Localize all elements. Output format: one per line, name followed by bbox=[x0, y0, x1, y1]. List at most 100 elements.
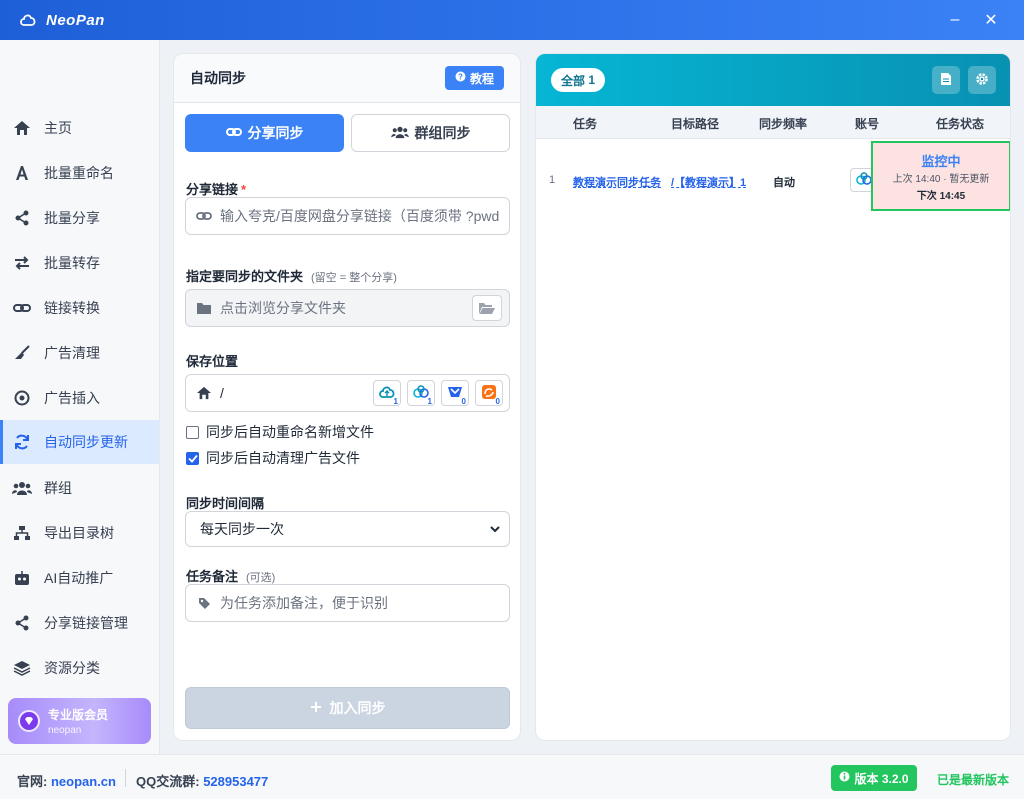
font-icon bbox=[12, 163, 32, 183]
interval-select[interactable]: 每天同步一次 bbox=[185, 511, 510, 547]
share-icon bbox=[12, 208, 32, 228]
sidebar-item-label: 资源分类 bbox=[44, 660, 100, 676]
layers-icon bbox=[12, 658, 32, 678]
sidebar-item-share-link-manage[interactable]: 分享链接管理 bbox=[0, 601, 159, 645]
label-text: 分享链接 bbox=[186, 182, 239, 197]
folder-open-icon[interactable] bbox=[472, 295, 502, 321]
log-file-button[interactable] bbox=[932, 66, 960, 94]
checkbox-checked[interactable] bbox=[186, 451, 199, 465]
interval-label: 同步时间间隔 bbox=[186, 496, 265, 511]
sync-task-list-panel: 全部 1 任务 目标路径 同步频率 账号 任务状态 1 教程演示同步任务 /【教… bbox=[535, 53, 1011, 741]
chevron-down-icon bbox=[489, 522, 501, 538]
row-index: 1 bbox=[549, 174, 556, 186]
sidebar-item-batch-rename[interactable]: 批量重命名 bbox=[0, 151, 159, 195]
row-path-link[interactable]: /【教程演示】1 bbox=[671, 174, 749, 190]
row-freq: 自动 bbox=[773, 177, 795, 189]
option-auto-clean-ads[interactable]: 同步后自动清理广告文件 bbox=[186, 448, 360, 468]
share-link-placeholder: 输入夸克/百度网盘分享链接（百度须带 ?pwd bbox=[220, 208, 500, 224]
status-title: 监控中 bbox=[921, 154, 961, 169]
col-account: 账号 bbox=[855, 117, 880, 131]
cloud-count: 0 bbox=[495, 397, 500, 406]
status-next-run: 下次 14:45 bbox=[916, 191, 966, 202]
folder-placeholder: 点击浏览分享文件夹 bbox=[220, 300, 346, 316]
sidebar-item-label: 导出目录树 bbox=[44, 525, 114, 541]
sidebar-item-batch-share[interactable]: 批量分享 bbox=[0, 196, 159, 240]
tab-label: 分享同步 bbox=[247, 125, 304, 141]
sidebar-item-ad-clean[interactable]: 广告清理 bbox=[0, 331, 159, 375]
sidebar-item-auto-sync[interactable]: 自动同步更新 bbox=[0, 420, 159, 464]
sidebar-item-ad-insert[interactable]: 广告插入 bbox=[0, 376, 159, 420]
sidebar-item-ai-promo[interactable]: AI自动推广 bbox=[0, 556, 159, 600]
save-location-field[interactable]: / 1 1 0 0 bbox=[185, 374, 510, 412]
tab-group-sync[interactable]: 群组同步 bbox=[351, 114, 510, 152]
version-button[interactable]: 版本 3.2.0 bbox=[831, 765, 917, 791]
cloud-count: 0 bbox=[461, 397, 466, 406]
sidebar-item-home[interactable]: 主页 bbox=[0, 106, 159, 150]
sidebar-item-label: 广告清理 bbox=[44, 345, 100, 361]
note-hint: (可选) bbox=[246, 572, 276, 584]
note-input[interactable]: 为任务添加备注，便于识别 bbox=[185, 584, 510, 622]
label-text: 任务备注 bbox=[186, 569, 239, 584]
settings-button[interactable] bbox=[968, 66, 996, 94]
question-icon: ? bbox=[455, 71, 466, 85]
col-status: 任务状态 bbox=[936, 117, 985, 131]
folder-browse-field[interactable]: 点击浏览分享文件夹 bbox=[185, 289, 510, 327]
filter-all-pill[interactable]: 全部 1 bbox=[551, 68, 606, 92]
checkbox-unchecked[interactable] bbox=[186, 425, 199, 439]
row-task-link[interactable]: 教程演示同步任务 bbox=[573, 174, 663, 190]
tutorial-button[interactable]: ? 教程 bbox=[444, 66, 504, 90]
tab-share-sync[interactable]: 分享同步 bbox=[185, 114, 344, 152]
xunlei-cloud-button[interactable]: 0 bbox=[441, 380, 469, 406]
add-sync-label: 加入同步 bbox=[329, 700, 386, 716]
add-sync-button[interactable]: 加入同步 bbox=[185, 687, 510, 729]
baidu-cloud-button[interactable]: 1 bbox=[407, 380, 435, 406]
target-icon bbox=[12, 388, 32, 408]
tab-label: 群组同步 bbox=[414, 125, 471, 141]
sidebar-item-label: 群组 bbox=[44, 480, 72, 496]
svg-text:?: ? bbox=[458, 73, 463, 82]
sidebar-item-resource-category[interactable]: 资源分类 bbox=[0, 646, 159, 690]
version-label: 版本 3.2.0 bbox=[854, 771, 909, 786]
sidebar-item-batch-transfer[interactable]: 批量转存 bbox=[0, 241, 159, 285]
sidebar-item-label: 批量转存 bbox=[44, 255, 100, 271]
qq-group-info: QQ交流群: 528953477 bbox=[136, 771, 268, 790]
uc-cloud-button[interactable]: 0 bbox=[475, 380, 503, 406]
close-button[interactable]: ✕ bbox=[968, 0, 1014, 40]
pro-title: 专业版会员 bbox=[48, 708, 109, 722]
sidebar-item-label: AI自动推广 bbox=[44, 570, 114, 586]
users-icon bbox=[390, 125, 409, 142]
qq-label: QQ交流群: bbox=[136, 774, 200, 789]
cloud-count: 1 bbox=[427, 397, 432, 406]
option-auto-rename[interactable]: 同步后自动重命名新增文件 bbox=[186, 422, 374, 442]
exchange-icon bbox=[12, 253, 32, 273]
note-placeholder: 为任务添加备注，便于识别 bbox=[220, 595, 388, 611]
site-link[interactable]: neopan.cn bbox=[51, 774, 116, 789]
version-status: 已是最新版本 bbox=[937, 773, 1010, 787]
link-icon bbox=[12, 298, 32, 318]
sidebar: 主页 批量重命名 批量分享 批量转存 链接转换 广告清理 广告插入 自动同步更新… bbox=[0, 40, 160, 754]
option-label: 同步后自动重命名新增文件 bbox=[206, 424, 374, 440]
qq-group-link[interactable]: 528953477 bbox=[203, 774, 268, 789]
share-link-input[interactable]: 输入夸克/百度网盘分享链接（百度须带 ?pwd bbox=[185, 197, 510, 235]
sidebar-item-label: 批量分享 bbox=[44, 210, 100, 226]
sidebar-item-label: 批量重命名 bbox=[44, 165, 114, 181]
required-mark: * bbox=[241, 182, 247, 197]
quark-cloud-button[interactable]: 1 bbox=[373, 380, 401, 406]
cloud-logo-icon bbox=[18, 10, 38, 30]
folder-icon bbox=[194, 302, 214, 314]
sidebar-item-export-tree[interactable]: 导出目录树 bbox=[0, 511, 159, 555]
tag-icon bbox=[194, 597, 214, 610]
sync-icon bbox=[12, 432, 32, 452]
gear-icon bbox=[975, 72, 989, 89]
home-icon bbox=[12, 118, 32, 138]
sidebar-item-label: 分享链接管理 bbox=[44, 615, 128, 631]
folder-hint: (留空 = 整个分享) bbox=[311, 272, 397, 284]
task-list-header: 全部 1 bbox=[536, 54, 1010, 106]
sidebar-item-link-convert[interactable]: 链接转换 bbox=[0, 286, 159, 330]
pro-member-card[interactable]: 专业版会员 neopan bbox=[8, 698, 151, 744]
link-icon bbox=[225, 125, 242, 141]
note-label: 任务备注 (可选) bbox=[186, 566, 275, 585]
folder-label: 指定要同步的文件夹 (留空 = 整个分享) bbox=[186, 266, 397, 285]
info-icon bbox=[839, 771, 850, 785]
sidebar-item-groups[interactable]: 群组 bbox=[0, 466, 159, 510]
